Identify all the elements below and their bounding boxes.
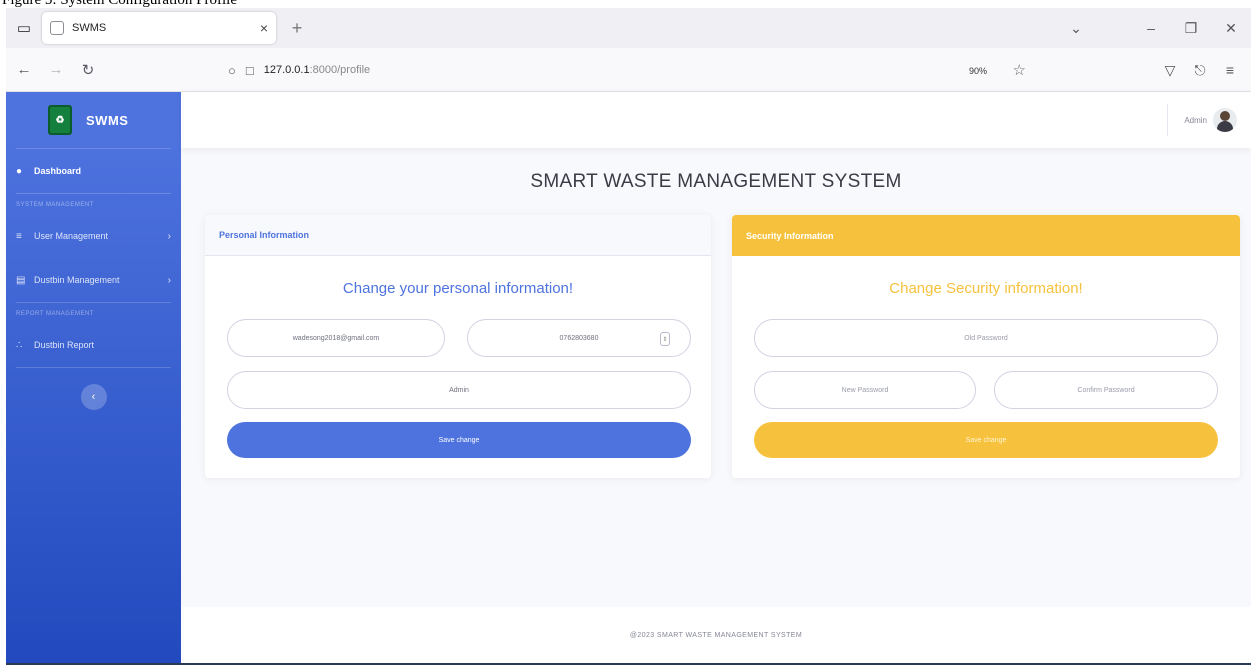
shield-icon[interactable]: ○ [228, 63, 236, 78]
pocket-icon[interactable]: ▽ [1155, 55, 1185, 85]
sidebar-item-label: User Management [34, 231, 109, 241]
email-field[interactable]: wadesong2018@gmail.com [227, 319, 445, 357]
card-title: Change your personal information! [342, 280, 574, 297]
sidebar-item-dashboard[interactable]: ● Dashboard [6, 149, 181, 193]
url-path: :8000/profile [309, 64, 371, 76]
save-security-button[interactable]: Save change [754, 422, 1218, 458]
sidebar: ♻ SWMS ● Dashboard SYSTEM MANAGEMENT ≡ U… [6, 92, 181, 663]
menu-icon[interactable]: ≡ [1215, 55, 1245, 85]
name-field[interactable]: Admin [227, 371, 691, 409]
url-bar[interactable]: ○ □ 127.0.0.1 :8000/profile 90% ☆ [218, 55, 1054, 85]
sidebar-item-dustbin-report[interactable]: ∴ Dustbin Report [6, 323, 181, 367]
sidebar-item-user-management[interactable]: ≡ User Management › [6, 214, 181, 258]
sidebar-brand[interactable]: ♻ SWMS [6, 92, 181, 148]
trash-bin-logo-icon: ♻ [48, 105, 72, 135]
extensions-icon[interactable]: ⎋ [1185, 55, 1215, 85]
page-icon[interactable]: □ [246, 63, 254, 78]
reload-icon[interactable]: ↻ [74, 56, 102, 84]
sidebar-item-label: Dustbin Report [34, 340, 95, 350]
users-icon: ≡ [16, 230, 22, 242]
sidebar-heading-system: SYSTEM MANAGEMENT [16, 202, 94, 208]
tab-title: SWMS [72, 22, 107, 34]
main-content: Admin SMART WASTE MANAGEMENT SYSTEM Pers… [181, 92, 1251, 663]
toolbar-right: ▽ ⎋ ≡ [1155, 55, 1245, 85]
favicon-icon [50, 21, 64, 35]
save-personal-button[interactable]: Save change [227, 422, 691, 458]
sidebar-item-label: Dashboard [34, 166, 82, 176]
trash-icon: ▤ [16, 274, 26, 286]
card-title: Change Security information! [889, 280, 1083, 297]
card-header: Security Information [732, 215, 1240, 256]
forward-icon[interactable]: → [42, 56, 70, 84]
user-dropdown[interactable]: Admin [1167, 104, 1237, 136]
chevron-down-icon[interactable]: ⌄ [1051, 8, 1101, 48]
brand-name: SWMS [86, 112, 129, 128]
new-password-field[interactable]: New Password [754, 371, 976, 409]
divider [16, 367, 171, 368]
footer: @2023 SMART WASTE MANAGEMENT SYSTEM [181, 607, 1251, 663]
number-stepper-icon[interactable]: ⇕ [660, 332, 670, 346]
window-controls: ⌄ – ❐ ✕ [1051, 8, 1251, 48]
tab-list-icon[interactable]: ▭ [6, 8, 42, 48]
avatar [1213, 108, 1237, 132]
phone-value: 0762803680 [559, 334, 599, 342]
confirm-password-field[interactable]: Confirm Password [994, 371, 1218, 409]
new-tab-icon[interactable]: + [282, 13, 312, 43]
personal-information-card: Personal Information Change your persona… [205, 215, 711, 478]
chevron-right-icon: › [167, 230, 171, 242]
page-viewport: ♻ SWMS ● Dashboard SYSTEM MANAGEMENT ≡ U… [6, 92, 1251, 663]
close-tab-icon[interactable]: × [260, 20, 268, 36]
minimize-icon[interactable]: – [1131, 8, 1171, 48]
sidebar-heading-report: REPORT MANAGEMENT [16, 311, 94, 317]
dashboard-icon: ● [16, 165, 23, 177]
zoom-level[interactable]: 90% [964, 64, 992, 78]
sidebar-item-label: Dustbin Management [34, 275, 120, 285]
sidebar-item-dustbin-management[interactable]: ▤ Dustbin Management › [6, 258, 181, 302]
url-host: 127.0.0.1 [263, 64, 310, 76]
navigation-bar: ← → ↻ ○ □ 127.0.0.1 :8000/profile 90% ☆ … [6, 48, 1251, 92]
phone-field[interactable]: 0762803680 ⇕ [467, 319, 691, 357]
sidebar-toggle-chevron-left-icon[interactable]: ‹ [80, 384, 107, 410]
page-title: SMART WASTE MANAGEMENT SYSTEM [530, 171, 902, 192]
close-window-icon[interactable]: ✕ [1211, 8, 1251, 48]
card-header: Personal Information [205, 215, 711, 256]
chevron-right-icon: › [167, 274, 171, 286]
figure-caption: Figure 5: System Configuration Profile [0, 0, 1251, 8]
security-information-card: Security Information Change Security inf… [732, 215, 1240, 478]
user-name: Admin [1184, 115, 1207, 125]
browser-tab[interactable]: SWMS × [42, 12, 276, 44]
maximize-icon[interactable]: ❐ [1171, 8, 1211, 48]
browser-window: ▭ SWMS × + ⌄ – ❐ ✕ ← → ↻ ○ □ 127.0.0.1 :… [6, 8, 1251, 665]
old-password-field[interactable]: Old Password [754, 319, 1218, 357]
chart-icon: ∴ [16, 339, 23, 351]
bookmark-star-icon[interactable]: ☆ [1013, 61, 1026, 79]
tab-bar: ▭ SWMS × + ⌄ – ❐ ✕ [6, 8, 1251, 48]
topbar: Admin [181, 92, 1251, 148]
back-icon[interactable]: ← [10, 56, 38, 84]
